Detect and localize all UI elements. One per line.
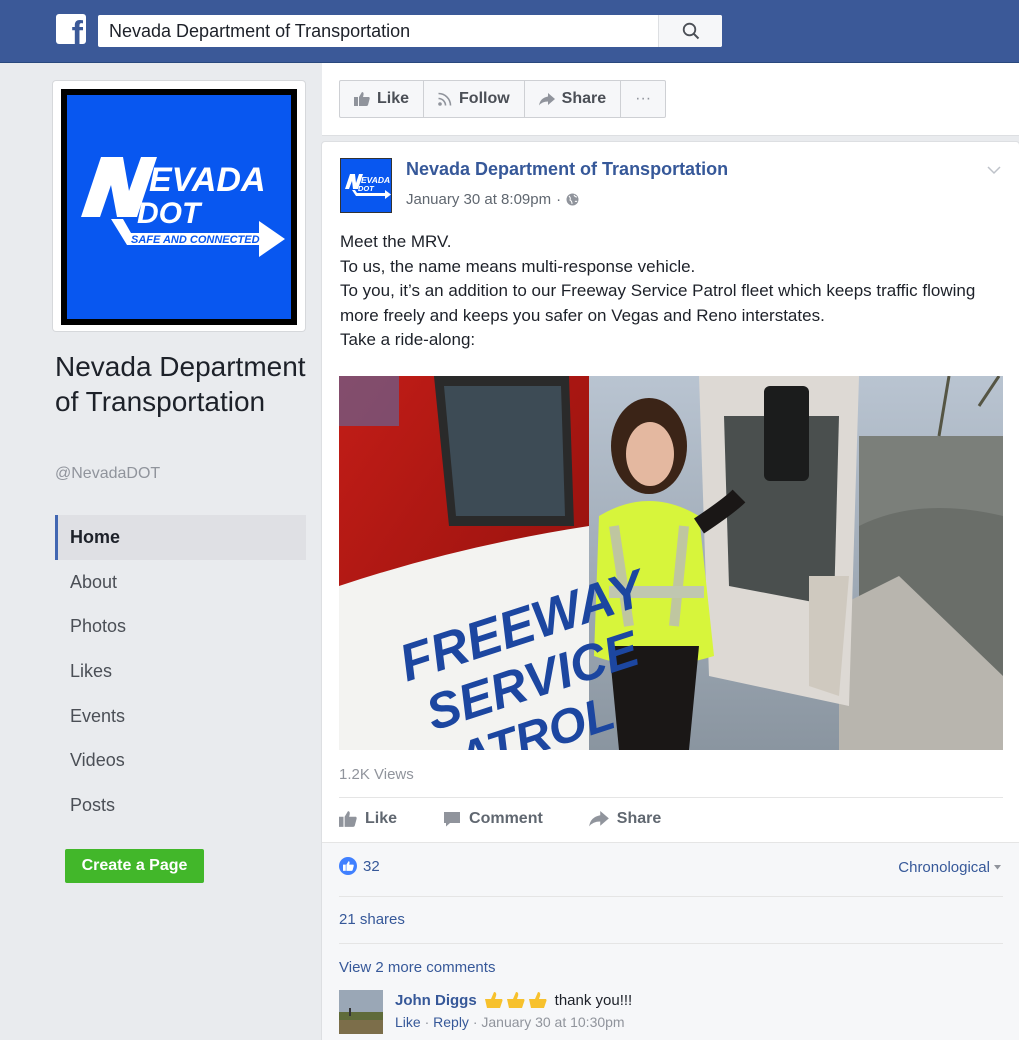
nevada-dot-logo: EVADA DOT SAFE AND CONNECTED bbox=[67, 95, 291, 319]
commenter-avatar[interactable] bbox=[339, 990, 383, 1034]
post-options-button[interactable] bbox=[987, 162, 1001, 180]
more-options-button[interactable]: ··· bbox=[621, 81, 665, 117]
logo-tagline: SAFE AND CONNECTED bbox=[131, 234, 260, 246]
video-frame: FREEWAY SERVICE ATROL bbox=[339, 376, 1003, 750]
comment-like-link[interactable]: Like bbox=[395, 1014, 421, 1030]
nav-item-home[interactable]: Home bbox=[55, 515, 306, 560]
post-video[interactable]: FREEWAY SERVICE ATROL bbox=[339, 376, 1003, 750]
create-page-button[interactable]: Create a Page bbox=[65, 849, 204, 883]
search-button[interactable] bbox=[658, 15, 722, 47]
share-page-button[interactable]: Share bbox=[525, 81, 622, 117]
logo-text-dot: DOT bbox=[137, 197, 203, 230]
post-like-button[interactable]: Like bbox=[339, 802, 397, 836]
nav-item-about[interactable]: About bbox=[55, 560, 306, 605]
post-message: Meet the MRV. To us, the name means mult… bbox=[340, 230, 1010, 353]
nav-item-posts[interactable]: Posts bbox=[55, 783, 306, 828]
comment-icon bbox=[444, 812, 461, 827]
comment-order-dropdown[interactable]: Chronological bbox=[898, 859, 1001, 876]
meta-separator: · bbox=[556, 191, 562, 208]
comment-timestamp[interactable]: January 30 at 10:30pm bbox=[481, 1014, 624, 1030]
comment-text: thank you!!! bbox=[554, 991, 633, 1009]
page-handle: @NevadaDOT bbox=[55, 465, 161, 482]
small-logo-dot: DOT bbox=[358, 184, 375, 193]
more-dots-icon: ··· bbox=[635, 90, 652, 107]
search-box bbox=[98, 15, 722, 47]
nav-item-likes[interactable]: Likes bbox=[55, 649, 306, 694]
post-share-button[interactable]: Share bbox=[588, 802, 661, 836]
globe-icon bbox=[566, 193, 579, 206]
post-action-bar: Like Comment Share bbox=[339, 802, 707, 836]
nav-item-photos[interactable]: Photos bbox=[55, 604, 306, 649]
search-icon bbox=[682, 22, 699, 40]
follow-page-button[interactable]: Follow bbox=[424, 81, 525, 117]
video-views: 1.2K Views bbox=[339, 766, 414, 783]
top-bar: f bbox=[0, 0, 1019, 63]
comment-reply-link[interactable]: Reply bbox=[433, 1014, 469, 1030]
page-action-bar: Like Follow Share ··· bbox=[322, 63, 1019, 136]
page-nav: Home About Photos Likes Events Videos Po… bbox=[55, 515, 306, 828]
search-input[interactable] bbox=[98, 15, 656, 47]
nav-item-videos[interactable]: Videos bbox=[55, 738, 306, 783]
post-line: Take a ride-along: bbox=[340, 330, 476, 349]
rss-icon bbox=[438, 92, 452, 106]
like-page-button[interactable]: Like bbox=[340, 81, 425, 117]
thumbs-up-icon bbox=[354, 92, 370, 106]
page-action-group: Like Follow Share ··· bbox=[339, 80, 667, 118]
post-comment-button[interactable]: Comment bbox=[443, 802, 543, 836]
likes-count: 32 bbox=[363, 857, 380, 875]
logo-text-evada: EVADA bbox=[149, 161, 266, 199]
post-line: To us, the name means multi-response veh… bbox=[340, 256, 696, 276]
feedback-section: 32 Chronological 21 shares View 2 more c… bbox=[322, 842, 1019, 1040]
divider bbox=[339, 797, 1003, 798]
view-more-comments-link[interactable]: View 2 more comments bbox=[339, 959, 495, 976]
post-line: To you, it’s an addition to our Freeway … bbox=[340, 281, 976, 325]
post-author-link[interactable]: Nevada Department of Transportation bbox=[406, 159, 728, 180]
nav-item-events[interactable]: Events bbox=[55, 694, 306, 739]
comment-body: John Diggs thank you!!! bbox=[395, 990, 632, 1010]
post-meta: January 30 at 8:09pm · bbox=[406, 191, 579, 208]
page-title[interactable]: Nevada Department of Transportation bbox=[55, 349, 315, 419]
commenter-name[interactable]: John Diggs bbox=[395, 992, 477, 1009]
profile-picture: EVADA DOT SAFE AND CONNECTED bbox=[61, 89, 297, 325]
like-reaction-icon bbox=[339, 857, 357, 875]
nevada-dot-logo-graphic: EVADA DOT SAFE AND CONNECTED bbox=[81, 157, 285, 257]
share-arrow-icon bbox=[538, 92, 555, 105]
caret-down-icon bbox=[994, 865, 1001, 870]
post-line: Meet the MRV. bbox=[340, 232, 452, 251]
footer-separator: · bbox=[424, 1014, 434, 1030]
comment-footer: Like · Reply · January 30 at 10:30pm bbox=[395, 1014, 625, 1030]
post-author-avatar[interactable]: EVADA DOT bbox=[340, 158, 392, 213]
thumbs-up-icon bbox=[339, 811, 357, 827]
thumbs-up-emoji-icon bbox=[484, 992, 547, 1008]
share-arrow-icon bbox=[588, 811, 609, 827]
reactions-summary[interactable]: 32 bbox=[339, 857, 380, 875]
divider bbox=[339, 943, 1003, 944]
chevron-down-icon bbox=[987, 166, 1001, 175]
post-card: EVADA DOT Nevada Department of Transport… bbox=[322, 142, 1019, 1040]
divider bbox=[339, 896, 1003, 897]
comment-item: John Diggs thank you!!! Like · Reply · J… bbox=[339, 988, 1003, 1036]
post-timestamp[interactable]: January 30 at 8:09pm bbox=[406, 191, 551, 208]
profile-picture-frame[interactable]: EVADA DOT SAFE AND CONNECTED bbox=[53, 81, 305, 331]
shares-link[interactable]: 21 shares bbox=[339, 911, 405, 928]
nevada-dot-small-logo: EVADA DOT bbox=[345, 174, 391, 199]
facebook-logo[interactable]: f bbox=[56, 14, 86, 44]
left-column: EVADA DOT SAFE AND CONNECTED Nevada Depa… bbox=[0, 63, 320, 1040]
